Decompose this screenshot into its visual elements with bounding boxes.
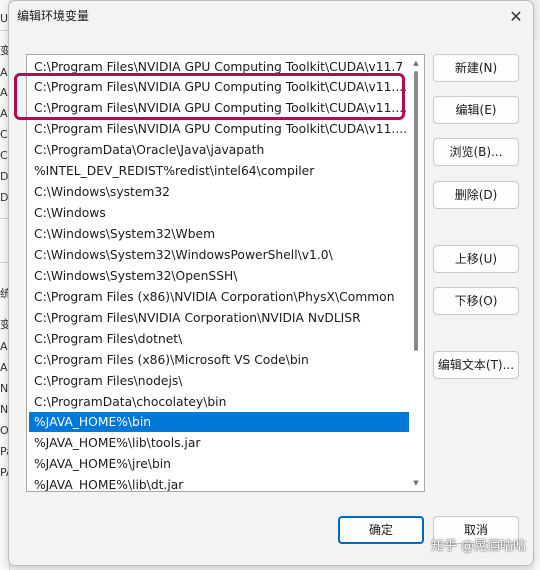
path-list-item[interactable]: C:\Program Files\nodejs\: [29, 371, 409, 391]
path-list-item-selected[interactable]: %JAVA_HOME%\bin: [29, 412, 409, 432]
move-up-button[interactable]: 上移(U): [433, 245, 519, 273]
scrollbar-thumb[interactable]: [414, 71, 418, 351]
path-list-item[interactable]: C:\Windows\System32\WindowsPowerShell\v1…: [29, 245, 409, 265]
edit-text-button[interactable]: 编辑文本(T)...: [433, 351, 519, 379]
path-list-item[interactable]: C:\Program Files\NVIDIA GPU Computing To…: [29, 119, 409, 139]
path-list-item[interactable]: C:\ProgramData\chocolatey\bin: [29, 392, 409, 412]
move-down-button[interactable]: 下移(O): [433, 287, 519, 315]
path-list[interactable]: C:\Program Files\NVIDIA GPU Computing To…: [26, 54, 425, 492]
path-list-item[interactable]: %JAVA_HOME%\lib\dt.jar: [29, 475, 409, 491]
list-scrollbar[interactable]: ▲ ▼: [410, 57, 422, 489]
background-window-edge: [534, 40, 540, 570]
path-list-item[interactable]: %JAVA_HOME%\jre\bin: [29, 454, 409, 474]
path-list-item[interactable]: %JAVA_HOME%\lib\tools.jar: [29, 433, 409, 453]
title-bar[interactable]: 编辑环境变量 ✕: [9, 1, 533, 31]
browse-button[interactable]: 浏览(B)...: [433, 138, 519, 166]
path-list-item[interactable]: %INTEL_DEV_REDIST%redist\intel64\compile…: [29, 161, 409, 181]
close-icon: ✕: [509, 6, 523, 26]
scroll-up-arrow-icon[interactable]: ▲: [410, 57, 422, 69]
dialog-title: 编辑环境变量: [17, 9, 90, 23]
path-list-item[interactable]: C:\Program Files\NVIDIA GPU Computing To…: [29, 57, 409, 77]
delete-button[interactable]: 删除(D): [433, 181, 519, 209]
path-list-item[interactable]: C:\Program Files\NVIDIA Corporation\NVID…: [29, 308, 409, 328]
path-list-item[interactable]: C:\Program Files\NVIDIA GPU Computing To…: [29, 77, 409, 97]
watermark: 知乎 @晃酒咕咕: [430, 539, 526, 554]
path-list-item[interactable]: C:\Program Files\dotnet\: [29, 329, 409, 349]
path-list-item[interactable]: C:\Program Files (x86)\Microsoft VS Code…: [29, 350, 409, 370]
path-list-item[interactable]: C:\Program Files (x86)\NVIDIA Corporatio…: [29, 287, 409, 307]
path-list-item[interactable]: C:\Windows\System32\OpenSSH\: [29, 266, 409, 286]
path-list-item[interactable]: C:\Program Files\NVIDIA GPU Computing To…: [29, 98, 409, 118]
path-list-item[interactable]: C:\Windows: [29, 203, 409, 223]
ok-button[interactable]: 确定: [338, 516, 424, 544]
edit-button[interactable]: 编辑(E): [433, 96, 519, 124]
path-list-item[interactable]: C:\ProgramData\Oracle\Java\javapath: [29, 140, 409, 160]
path-list-item[interactable]: C:\Windows\System32\Wbem: [29, 224, 409, 244]
path-list-item[interactable]: C:\Windows\system32: [29, 182, 409, 202]
close-button[interactable]: ✕: [499, 1, 533, 31]
edit-environment-variable-dialog: 编辑环境变量 ✕ C:\Program Files\NVIDIA GPU Com…: [8, 0, 534, 566]
scroll-down-arrow-icon[interactable]: ▼: [410, 477, 422, 489]
new-button[interactable]: 新建(N): [433, 54, 519, 82]
